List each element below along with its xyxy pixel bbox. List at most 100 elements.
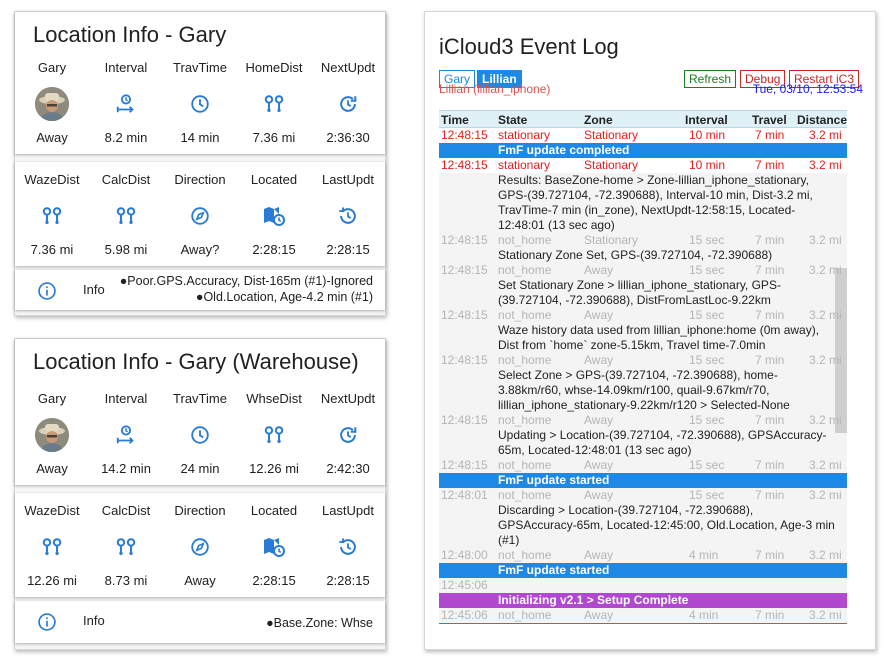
attribute-value: Away <box>184 573 216 588</box>
attribute-travtime[interactable]: TravTime 24 min <box>163 391 237 476</box>
log-row: 12:48:15 not_home Stationary 15 sec 7 min 3.2… <box>439 233 847 248</box>
log-row: 12:48:01 not_home Away 15 sec 7 min 3.2 mi <box>439 488 847 503</box>
attribute-row-2: WazeDist 12.26 mi CalcDist 8.73 mi Direction… <box>15 503 385 588</box>
attribute-nextupdt[interactable]: NextUpdt 2:42:30 <box>311 391 385 476</box>
attribute-value: 24 min <box>180 461 220 476</box>
attribute-value: 5.98 mi <box>104 242 148 257</box>
log-row: 12:48:15 stationary Stationary 10 min 7 min 3… <box>439 158 847 173</box>
info-label: Info <box>83 282 105 297</box>
clock-icon <box>189 417 211 453</box>
attribute-name: NextUpdt <box>320 391 376 406</box>
col-time: Time <box>441 113 469 127</box>
log-cell-interval: 15 sec <box>689 413 725 427</box>
attribute-travtime[interactable]: TravTime 14 min <box>163 60 237 145</box>
attribute-gary[interactable]: Gary Away <box>15 391 89 476</box>
attribute-row-1: Gary Away Interval 8.2 min TravTime 14 min Hom… <box>15 60 385 145</box>
attribute-row-2: WazeDist 7.36 mi CalcDist 5.98 mi Direction A… <box>15 172 385 257</box>
attribute-direction[interactable]: Direction Away? <box>163 172 237 257</box>
log-band-blue: FmF update started <box>439 563 847 578</box>
attribute-calcdist[interactable]: CalcDist 8.73 mi <box>89 503 163 588</box>
distance-icon <box>41 198 63 234</box>
attribute-name: Interval <box>104 60 148 75</box>
attribute-interval[interactable]: Interval 14.2 min <box>89 391 163 476</box>
attribute-located[interactable]: Located 2:28:15 <box>237 503 311 588</box>
log-cell-zone: Away <box>584 308 614 322</box>
event-log-body[interactable]: 12:48:15 stationary Stationary 10 min 7 min 3… <box>439 128 847 624</box>
log-row: 12:48:15 not_home Away 15 sec 7 min 3.2 mi <box>439 263 847 278</box>
attribute-interval[interactable]: Interval 8.2 min <box>89 60 163 145</box>
clock-icon <box>189 86 211 122</box>
info-icon[interactable] <box>37 612 57 637</box>
info-icon[interactable] <box>37 281 57 306</box>
info-bar: Info ●Base.Zone: Whse <box>15 601 385 643</box>
log-cell-interval: 10 min <box>689 158 726 172</box>
refresh-button[interactable]: Refresh <box>684 70 737 88</box>
attribute-row-1: Gary Away Interval 14.2 min TravTime 24 min Wh… <box>15 391 385 476</box>
log-cell-travel: 7 min <box>755 608 785 622</box>
attribute-whsedist[interactable]: WhseDist 12.26 mi <box>237 391 311 476</box>
attribute-name: Interval <box>104 391 148 406</box>
attribute-value: 14 min <box>180 130 220 145</box>
attribute-wazedist[interactable]: WazeDist 7.36 mi <box>15 172 89 257</box>
log-cell-state: not_home <box>498 458 552 472</box>
log-cell-state: not_home <box>498 263 552 277</box>
log-cell-travel: 7 min <box>755 413 785 427</box>
card-title: Location Info - Gary (Warehouse) <box>33 349 359 374</box>
interval-icon <box>115 86 137 122</box>
log-cell-travel: 7 min <box>755 488 785 502</box>
col-zone: Zone <box>584 113 613 127</box>
interval-icon <box>115 417 137 453</box>
log-row: 12:48:15 stationary Stationary 10 min 7 min 3… <box>439 128 847 143</box>
attribute-name: CalcDist <box>101 172 151 187</box>
log-cell-zone: Away <box>584 353 614 367</box>
log-cell-distance: 3.2 mi <box>809 233 842 247</box>
log-cell-state: not_home <box>498 308 552 322</box>
attribute-direction[interactable]: Direction Away <box>163 503 237 588</box>
log-cell-distance: 3.2 mi <box>809 308 842 322</box>
log-cell-distance: 3.2 mi <box>809 413 842 427</box>
log-row: 12:45:06 <box>439 578 847 593</box>
attribute-calcdist[interactable]: CalcDist 5.98 mi <box>89 172 163 257</box>
log-cell-state: not_home <box>498 488 552 502</box>
info-line-1: ●Poor.GPS.Accuracy, Dist-165m (#1)-Ignor… <box>119 274 373 288</box>
attribute-lastupdt[interactable]: LastUpdt 2:28:15 <box>311 503 385 588</box>
col-distance: Distance <box>797 113 848 127</box>
info-line-1: ●Base.Zone: Whse <box>266 616 373 630</box>
attribute-homedist[interactable]: HomeDist 7.36 mi <box>237 60 311 145</box>
attribute-value: 7.36 mi <box>252 130 296 145</box>
attribute-wazedist[interactable]: WazeDist 12.26 mi <box>15 503 89 588</box>
log-row: 12:48:15 not_home Away 15 sec 7 min 3.2 mi <box>439 308 847 323</box>
attribute-name: LastUpdt <box>321 503 375 518</box>
attribute-value: 12.26 mi <box>249 461 299 476</box>
attribute-panel-2: WazeDist 7.36 mi CalcDist 5.98 mi Direction A… <box>15 162 385 266</box>
attribute-name: NextUpdt <box>320 60 376 75</box>
log-cell-state: stationary <box>498 128 551 142</box>
history-icon <box>337 198 359 234</box>
log-row: 12:48:15 not_home Away 15 sec 7 min 3.2 mi <box>439 353 847 368</box>
log-cell-distance: 3.2 mi <box>809 488 842 502</box>
attribute-name: TravTime <box>173 60 227 75</box>
attribute-name: Located <box>250 503 298 518</box>
attribute-name: WazeDist <box>24 503 80 518</box>
log-cell-travel: 7 min <box>755 548 785 562</box>
attribute-value: 12.26 mi <box>27 573 77 588</box>
log-message: Stationary Zone Set, GPS-(39.727104, -72… <box>498 248 773 262</box>
log-cell-distance: 3.2 mi <box>809 158 842 172</box>
info-line-2: ●Old.Location, Age-4.2 min (#1) <box>195 290 373 304</box>
scrollbar-thumb[interactable] <box>835 268 847 433</box>
attribute-located[interactable]: Located 2:28:15 <box>237 172 311 257</box>
attribute-gary[interactable]: Gary Away <box>15 60 89 145</box>
attribute-lastupdt[interactable]: LastUpdt 2:28:15 <box>311 172 385 257</box>
log-cell-travel: 7 min <box>755 353 785 367</box>
log-datetime: Tue, 03/10, 12:53:54 <box>752 82 863 96</box>
attribute-value: Away <box>36 130 68 145</box>
attribute-name: WhseDist <box>246 391 302 406</box>
distance-icon <box>263 86 285 122</box>
log-cell-travel: 7 min <box>755 458 785 472</box>
attribute-name: Gary <box>37 391 67 406</box>
compass-icon <box>189 529 211 565</box>
log-cell-interval: 15 sec <box>689 488 725 502</box>
attribute-nextupdt[interactable]: NextUpdt 2:36:30 <box>311 60 385 145</box>
attribute-name: Direction <box>174 172 226 187</box>
log-cell-time: 12:48:01 <box>441 488 488 502</box>
